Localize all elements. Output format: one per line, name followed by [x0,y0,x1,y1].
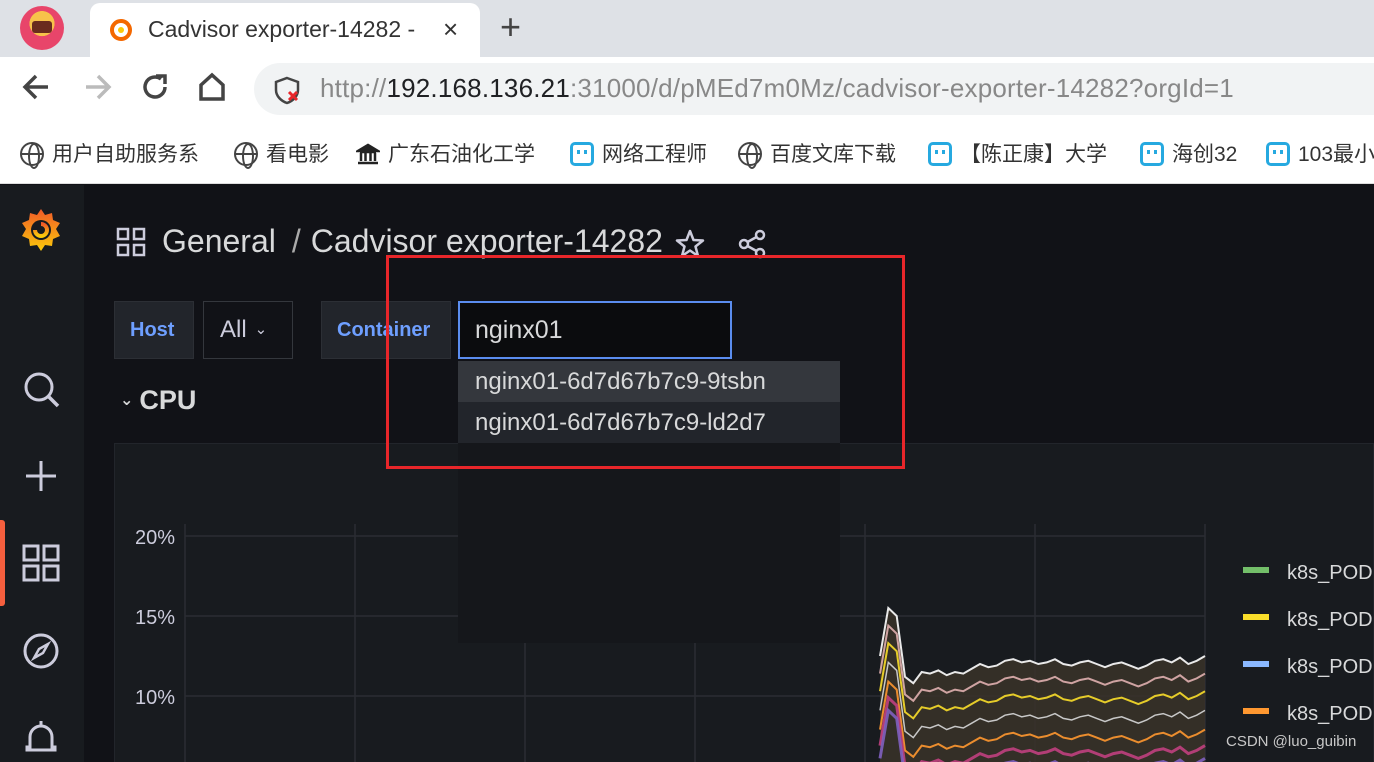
forward-arrow-icon[interactable] [80,67,114,107]
profile-avatar[interactable] [20,6,64,50]
bookmark-item[interactable]: 看电影 [234,138,329,169]
url-scheme: http:// [320,73,387,103]
host-value: All [220,316,247,343]
bookmark-label: 百度文库下载 [770,143,896,166]
globe-icon [20,142,44,169]
breadcrumb-separator: / [291,223,301,259]
create-plus-icon[interactable] [20,455,62,497]
bookmark-item[interactable]: 海创32 [1140,138,1237,168]
back-arrow-icon[interactable] [20,67,54,107]
chevron-down-icon: ⌄ [254,321,268,338]
bookmark-label: 海创32 [1172,143,1238,166]
row-title: CPU [139,385,197,415]
side-menu [0,185,84,762]
alerting-bell-icon[interactable] [20,717,62,759]
address-bar[interactable]: http://192.168.136.21:31000/d/pMEd7m0Mz/… [254,63,1374,115]
reload-icon[interactable] [138,67,172,107]
new-tab-button[interactable]: + [500,6,521,48]
browser-tab[interactable]: Cadvisor exporter-14282 - × [90,3,480,57]
y-tick-label: 20% [135,527,175,549]
bookmark-label: 看电影 [266,143,329,166]
bookmark-item[interactable]: 百度文库下载 [738,138,896,169]
apps-grid-icon [116,227,146,257]
stacked-area [880,608,1205,762]
grafana-logo-icon[interactable] [16,205,66,257]
bookmark-item[interactable]: 用户自助服务系 [20,138,199,169]
host-variable-select[interactable]: All ⌄ [203,301,293,359]
y-tick-label: 10% [135,687,175,709]
bookmark-label: 103最小 [1298,143,1374,166]
home-icon[interactable] [196,71,228,103]
legend-swatch [1243,567,1269,573]
bilibili-icon [1266,142,1290,166]
host-variable-label: Host [114,301,194,359]
legend-label: k8s_POD [1287,703,1373,725]
legend-label: k8s_POD [1287,656,1373,678]
bilibili-icon [1140,142,1164,166]
breadcrumb-folder[interactable]: General [162,223,276,259]
bilibili-icon [928,142,952,166]
tab-title: Cadvisor exporter-14282 - [148,16,416,42]
bookmark-item[interactable]: 【陈正康】大学 [928,138,1107,168]
explore-compass-icon[interactable] [20,630,62,672]
url-text[interactable]: http://192.168.136.21:31000/d/pMEd7m0Mz/… [320,73,1234,104]
globe-icon [234,142,258,169]
browser-tab-bar: Cadvisor exporter-14282 - × + [0,0,1374,57]
browser-toolbar: http://192.168.136.21:31000/d/pMEd7m0Mz/… [0,57,1374,122]
legend-swatch [1243,614,1269,620]
bookmarks-bar: 用户自助服务系 看电影 广东石油化工学 网络工程师 百度文库下载 【陈正康】大学… [0,122,1374,184]
url-path: :31000/d/pMEd7m0Mz/cadvisor-exporter-142… [569,73,1234,103]
y-tick-label: 15% [135,607,175,629]
bookmark-label: 用户自助服务系 [52,143,199,166]
tab-close-icon[interactable]: × [443,14,458,45]
dropdown-shadow [458,443,840,643]
bookmark-label: 广东石油化工学 [388,143,535,166]
bilibili-icon [570,142,594,166]
avatar-face [32,21,52,33]
bookmark-item[interactable]: 广东石油化工学 [356,138,535,168]
bookmark-item[interactable]: 103最小 [1266,138,1374,168]
bank-icon [356,143,380,165]
dashboard-title[interactable]: Cadvisor exporter-14282 [311,223,663,259]
bookmark-item[interactable]: 网络工程师 [570,138,707,168]
legend-swatch [1243,708,1269,714]
red-annotation-box [386,255,905,469]
bookmark-label: 【陈正康】大学 [960,143,1107,166]
url-host: 192.168.136.21 [386,73,570,103]
not-secure-shield-icon[interactable] [272,75,302,105]
legend-label: k8s_POD [1287,609,1373,631]
dashboards-grid-icon[interactable] [20,542,62,584]
legend-label: k8s_POD [1287,562,1373,584]
legend-swatch [1243,661,1269,667]
watermark: CSDN @luo_guibin [1226,733,1357,750]
grafana-favicon-icon [110,19,132,41]
search-icon[interactable] [20,368,62,410]
bookmark-label: 网络工程师 [602,143,707,166]
chevron-down-icon: ⌄ [120,392,134,409]
globe-icon [738,142,762,169]
cpu-row-header[interactable]: ⌄ CPU [120,385,196,416]
active-indicator [0,520,5,606]
